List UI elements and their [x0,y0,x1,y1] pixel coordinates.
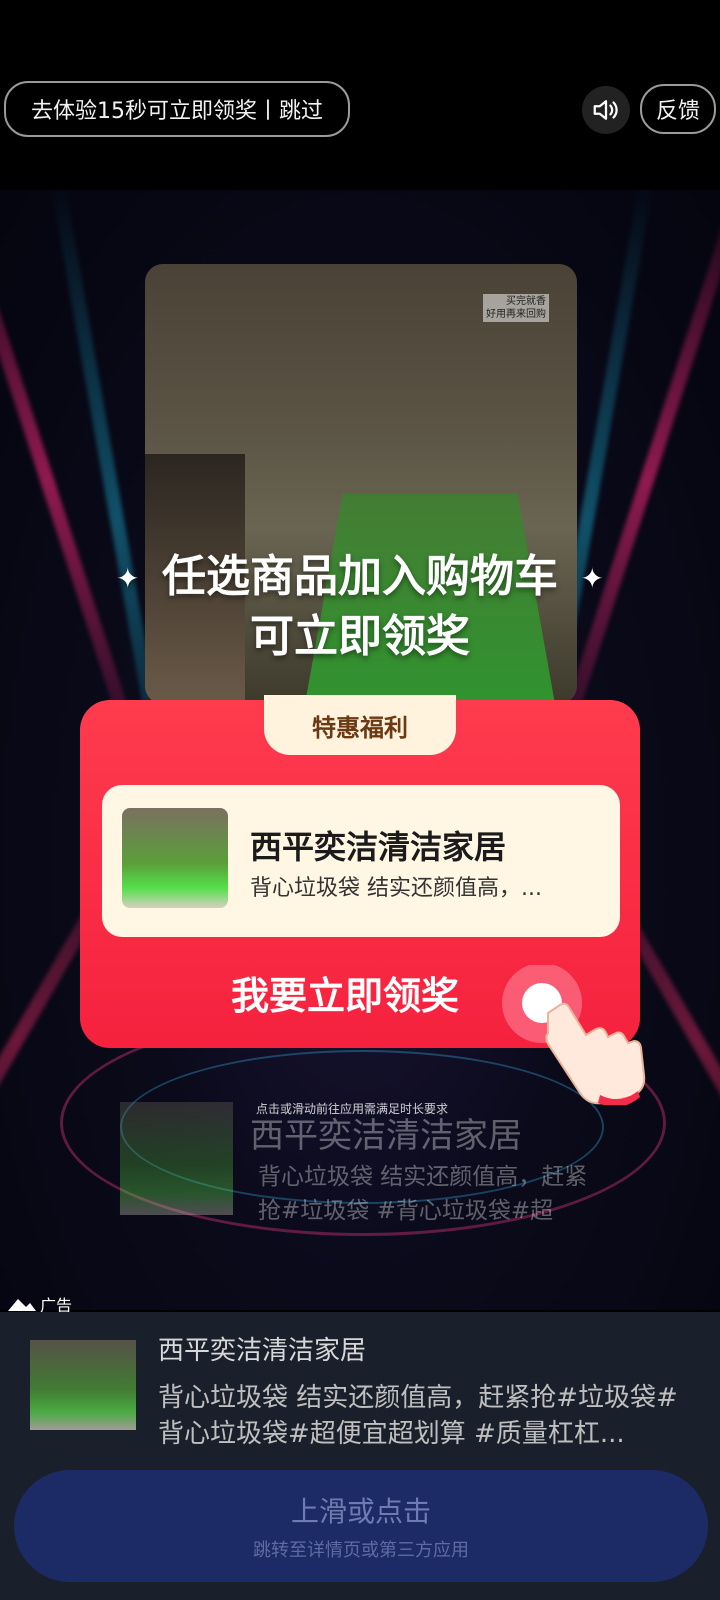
feedback-label: 反馈 [655,99,700,124]
ad-thumbnail[interactable] [30,1340,136,1430]
product-description: 背心垃圾袋 结实还颜值高，... [250,876,542,901]
ad-description: 背心垃圾袋 结实还颜值高，赶紧抢#垃圾袋#背心垃圾袋#超便宜超划算 #质量杠杠.… [158,1383,678,1449]
video-caption: 买完就香 好用再来回购 [483,294,549,322]
sparkle-icon: ✦ [116,562,140,595]
swipe-sub-text: 跳转至详情页或第三方应用 [253,1540,469,1561]
product-thumbnail [122,808,228,908]
headline-line-2: 可立即领奖 [250,611,470,662]
secondary-thumbnail [120,1102,233,1215]
product-title: 西平奕洁清洁家居 [250,828,507,866]
ad-triangle-icon [8,1299,36,1311]
swipe-up-button[interactable]: 上滑或点击 跳转至详情页或第三方应用 [14,1470,708,1582]
secondary-title: 西平奕洁清洁家居 [250,1116,522,1156]
promo-headline: ✦ 任选商品加入购物车 ✦ 可立即领奖 [0,547,720,667]
sound-button[interactable] [582,86,630,134]
swipe-main-text: 上滑或点击 [290,1495,431,1528]
feedback-button[interactable]: 反馈 [640,84,716,134]
secondary-description: 背心垃圾袋 结实还颜值高，赶紧抢#垃圾袋 #背心垃圾袋#超 [258,1164,588,1224]
skip-label: 去体验15秒可立即领奖丨跳过 [31,99,323,124]
headline-line-1: 任选商品加入购物车 [162,551,558,602]
promo-tab: 特惠福利 [264,695,456,755]
skip-button[interactable]: 去体验15秒可立即领奖丨跳过 [4,81,350,137]
speaker-icon [593,100,618,120]
tab-label: 特惠福利 [312,713,408,742]
cta-label: 我要立即领奖 [230,974,459,1018]
sparkle-icon: ✦ [580,562,604,595]
hand-pointer-icon [502,965,646,1105]
ad-title[interactable]: 西平奕洁清洁家居 [158,1330,366,1367]
